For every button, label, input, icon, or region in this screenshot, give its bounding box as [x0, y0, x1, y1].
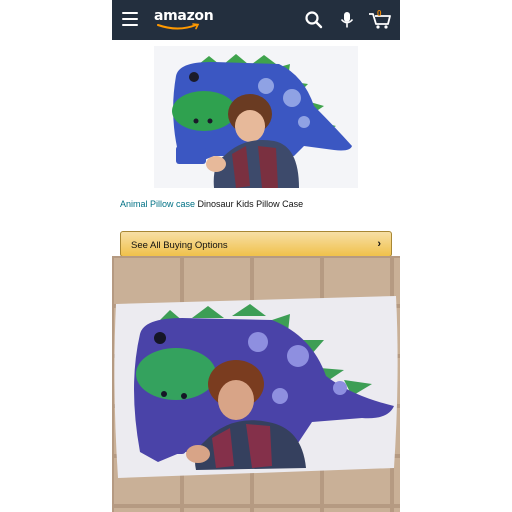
amazon-logo[interactable]: amazon [154, 8, 214, 30]
product-title: Dinosaur Kids Pillow Case [197, 199, 304, 209]
amazon-mobile-page: amazon 0 Animal Pillow case Dinosaur Kid… [112, 0, 400, 512]
buy-button-label: See All Buying Options [131, 240, 228, 251]
category-link[interactable]: Animal Pillow case [120, 199, 195, 209]
search-icon[interactable] [304, 10, 324, 30]
microphone-icon[interactable] [337, 10, 357, 30]
logo-text: amazon [154, 8, 214, 24]
menu-icon[interactable] [122, 12, 138, 26]
product-title-line: Animal Pillow case Dinosaur Kids Pillow … [120, 199, 303, 209]
hero-product-image[interactable] [154, 46, 358, 188]
see-all-buying-options-button[interactable]: See All Buying Options › [120, 231, 392, 257]
smile-icon [157, 23, 200, 30]
cart-count-badge: 0 [377, 9, 382, 18]
user-photo-image[interactable] [112, 256, 400, 512]
chevron-right-icon: › [377, 238, 381, 250]
top-nav-bar: amazon 0 [112, 0, 400, 40]
cart-icon[interactable]: 0 [368, 9, 392, 30]
